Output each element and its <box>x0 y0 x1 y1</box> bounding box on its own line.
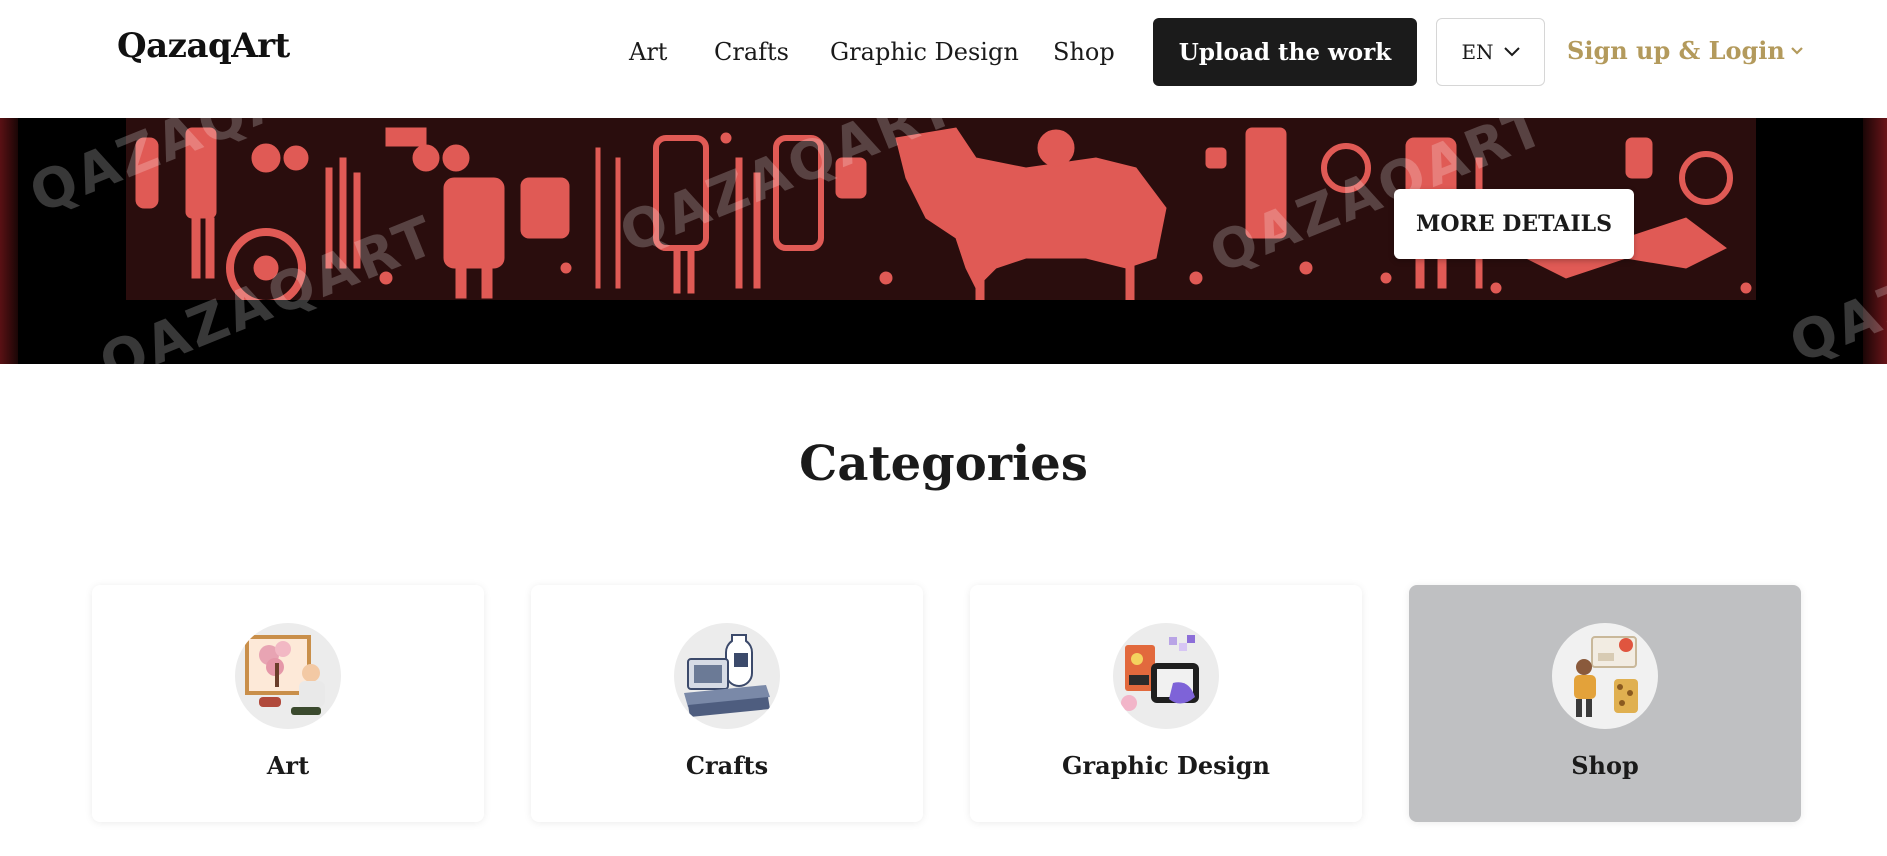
category-card-crafts[interactable]: Crafts <box>531 585 923 822</box>
hero-banner: QAZAQART QAZAQART QAZAQART QAZAQART QAZA… <box>0 118 1887 364</box>
graphic-design-illustration-icon <box>1113 623 1219 729</box>
chevron-down-icon <box>1791 46 1803 55</box>
chevron-down-icon <box>1503 47 1520 57</box>
crafts-illustration-icon <box>674 623 780 729</box>
nav-shop[interactable]: Shop <box>1053 38 1115 66</box>
site-header: QazaqArt Art Crafts Graphic Design Shop … <box>0 0 1887 118</box>
nav-crafts[interactable]: Crafts <box>714 38 789 66</box>
language-label: EN <box>1461 40 1494 64</box>
category-label: Shop <box>1571 751 1639 780</box>
category-card-graphic-design[interactable]: Graphic Design <box>970 585 1362 822</box>
more-details-button[interactable]: MORE DETAILS <box>1394 189 1634 259</box>
categories-title: Categories <box>799 436 1088 492</box>
category-card-shop[interactable]: Shop <box>1409 585 1801 822</box>
category-label: Art <box>266 751 310 780</box>
category-label: Crafts <box>685 751 769 780</box>
category-card-art[interactable]: Art <box>92 585 484 822</box>
category-label: Graphic Design <box>1062 751 1270 780</box>
shop-illustration-icon <box>1552 623 1658 729</box>
hero-edge-left <box>0 118 18 364</box>
signup-login-label: Sign up & Login <box>1567 36 1785 65</box>
site-logo[interactable]: QazaqArt <box>117 26 290 66</box>
language-select[interactable]: EN <box>1436 18 1545 86</box>
art-illustration-icon <box>235 623 341 729</box>
nav-graphic-design[interactable]: Graphic Design <box>830 38 1019 66</box>
upload-work-button[interactable]: Upload the work <box>1153 18 1417 86</box>
nav-art[interactable]: Art <box>629 38 667 66</box>
signup-login-menu[interactable]: Sign up & Login <box>1567 36 1803 65</box>
